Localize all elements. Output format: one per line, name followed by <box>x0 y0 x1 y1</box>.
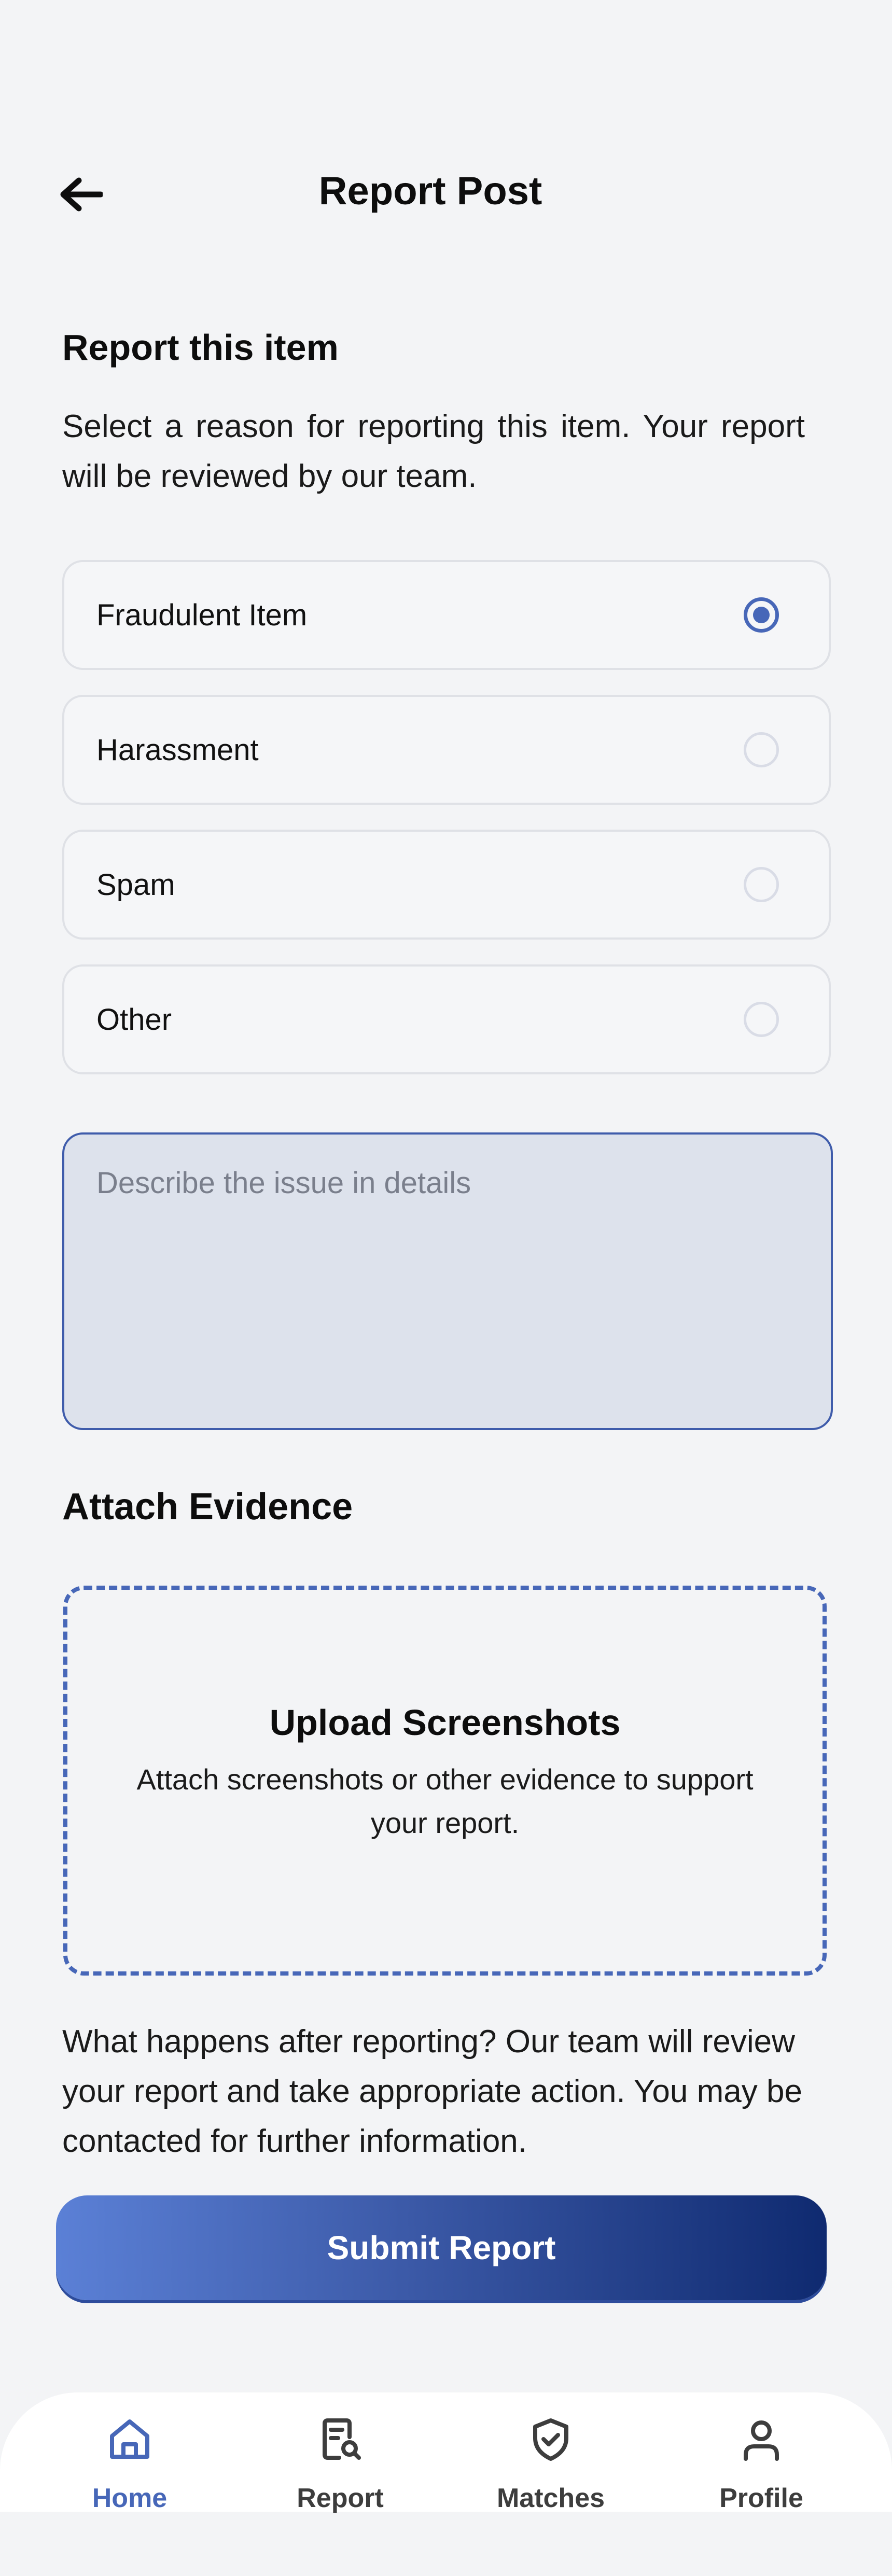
nav-label: Home <box>92 2483 168 2513</box>
report-search-icon <box>314 2413 366 2465</box>
nav-item-matches[interactable]: Matches <box>478 2413 623 2514</box>
reason-options: Fraudulent Item Harassment Spam Other <box>62 560 831 1099</box>
section-description: Select a reason for reporting this item.… <box>62 409 805 494</box>
nav-label: Profile <box>719 2483 803 2513</box>
shield-check-icon <box>525 2413 577 2465</box>
radio-unselected[interactable] <box>744 1002 779 1037</box>
upload-screenshots-dropzone[interactable]: Upload Screenshots Attach screenshots or… <box>63 1586 827 1976</box>
radio-unselected[interactable] <box>744 732 779 767</box>
reporting-info-text: What happens after reporting? Our team w… <box>62 2024 802 2159</box>
radio-unselected[interactable] <box>744 867 779 902</box>
reason-option-label: Spam <box>96 867 175 902</box>
issue-details-input[interactable] <box>62 1132 833 1430</box>
submit-report-button[interactable]: Submit Report <box>56 2195 827 2300</box>
radio-selected[interactable] <box>744 597 779 633</box>
report-post-screen: Report Post Report this item Select a re… <box>0 0 892 2576</box>
section-heading: Report this item <box>62 327 339 368</box>
nav-item-profile[interactable]: Profile <box>689 2413 834 2514</box>
page-title: Report Post <box>318 169 542 213</box>
reason-option-fraudulent-item[interactable]: Fraudulent Item <box>62 560 831 670</box>
reason-option-label: Harassment <box>96 733 259 767</box>
nav-item-home[interactable]: Home <box>57 2413 202 2514</box>
reason-option-spam[interactable]: Spam <box>62 830 831 940</box>
nav-label: Report <box>297 2483 384 2513</box>
nav-label: Matches <box>496 2483 605 2513</box>
reason-option-label: Fraudulent Item <box>96 598 308 632</box>
bottom-navigation: Home Report Matches Profile <box>0 2392 892 2514</box>
home-icon <box>104 2413 156 2465</box>
user-icon <box>735 2413 787 2465</box>
nav-item-report[interactable]: Report <box>268 2413 413 2514</box>
reason-option-other[interactable]: Other <box>62 964 831 1074</box>
reason-option-harassment[interactable]: Harassment <box>62 695 831 805</box>
reason-option-label: Other <box>96 1002 172 1037</box>
upload-description: Attach screenshots or other evidence to … <box>136 1763 754 1839</box>
attach-evidence-heading: Attach Evidence <box>62 1486 353 1528</box>
upload-title: Upload Screenshots <box>269 1702 621 1743</box>
